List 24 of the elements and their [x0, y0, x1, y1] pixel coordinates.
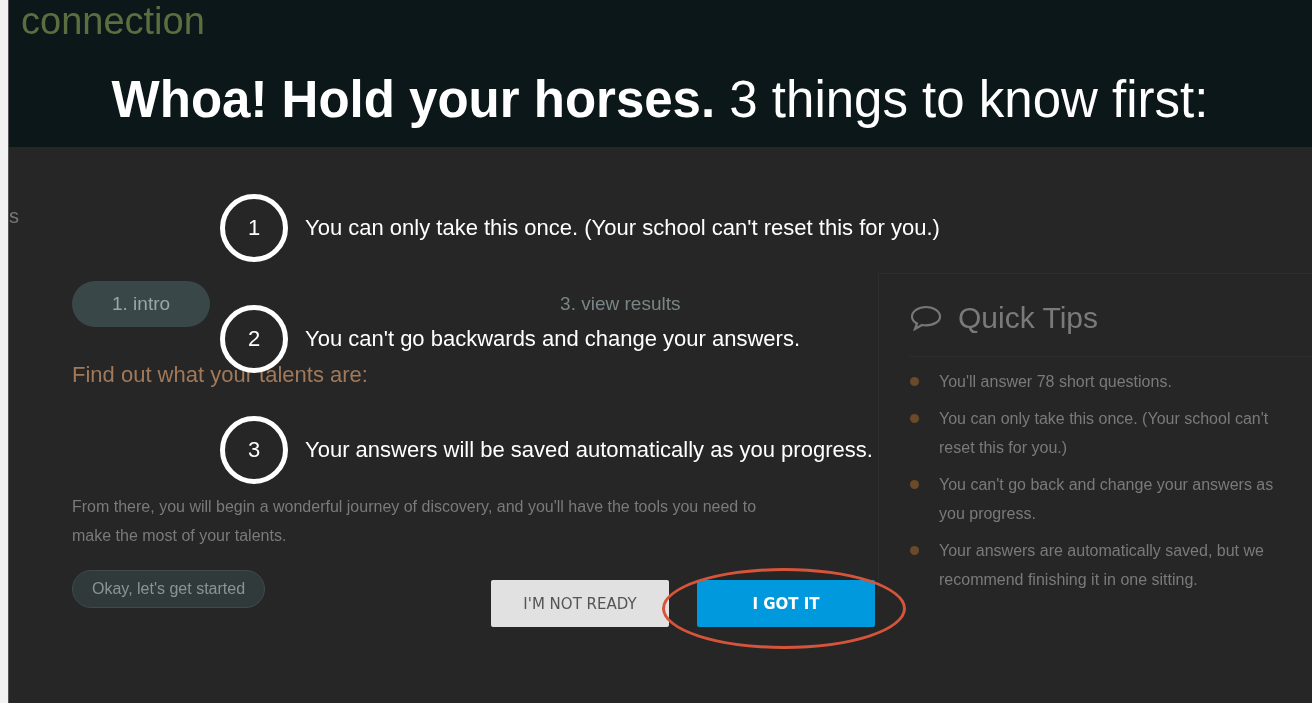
step-tab[interactable]: 1. intro: [72, 281, 211, 327]
tip-text: You'll answer 78 short questions.: [939, 372, 1173, 392]
site-title: connection: [21, 0, 205, 42]
dialog-title: Whoa! Hold your horses. 3 things to know first:: [110, 70, 1210, 130]
bullet-icon: [910, 377, 919, 386]
intro-paragraph: From there, you will begin a wonderful journey of discovery, and you'll have the tools you need to make the most of your talents.: [72, 497, 758, 546]
notice-text: You can't go backwards and change your answers.: [305, 326, 801, 352]
start-button[interactable]: Okay, let's get started: [72, 570, 266, 608]
tip-text: You can't go back and change your answers as you progress.: [939, 475, 1275, 524]
tip-text: Your answers are automatically saved, but we recommend finishing it in one sitting.: [939, 541, 1265, 590]
tip-text: You can only take this once. (Your school can't reset this for you.): [939, 409, 1270, 458]
confirm-button[interactable]: I GOT IT: [697, 580, 875, 627]
number-circle: 3: [220, 416, 288, 484]
speech-bubble-icon: [910, 305, 942, 331]
number-circle: 1: [220, 194, 288, 262]
bullet-icon: [910, 414, 919, 423]
notice-text: You can only take this once. (Your school can't reset this for you.): [305, 215, 940, 241]
panel-title: Quick Tips: [958, 301, 1099, 335]
notice-text: Your answers will be saved automatically as you progress.: [305, 437, 873, 463]
dismiss-button[interactable]: I'M NOT READY: [491, 580, 669, 627]
bullet-icon: [910, 546, 919, 555]
step-tab[interactable]: 3. view results: [520, 281, 721, 327]
bullet-icon: [910, 480, 919, 489]
sidebar-text: s: [9, 205, 19, 227]
